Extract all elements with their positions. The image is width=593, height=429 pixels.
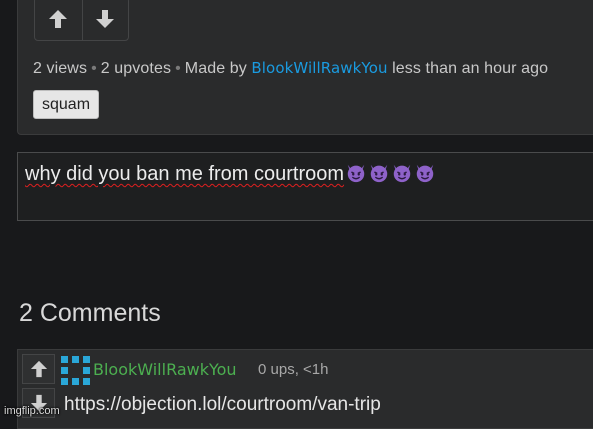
imgflip-watermark: imgflip.com [4,405,60,417]
comment-author-link[interactable]: BlookWillRawkYou [93,360,237,379]
meta-separator: • [91,60,97,77]
arrow-down-icon [96,10,115,28]
made-by-label: Made by [184,60,247,77]
upvote-button[interactable] [35,0,82,40]
downvote-button[interactable] [81,0,129,40]
comment-input-value: why did you ban me from courtroom [25,162,436,186]
vote-buttons [34,0,129,41]
comments-heading: 2 Comments [19,299,161,327]
arrow-up-icon [49,10,68,28]
upvote-count: 2 upvotes [100,60,172,77]
post-time: less than an hour ago [392,60,549,77]
smiling-imp-emoji-icon [416,164,434,183]
author-link[interactable]: BlookWillRawkYou [251,59,387,77]
comment-upvote-button[interactable] [22,354,55,384]
comment-meta: 0 ups, <1h [258,361,329,378]
comment-item: BlookWillRawkYou 0 ups, <1h https://obje… [17,349,593,429]
avatar[interactable] [61,356,90,385]
arrow-up-icon [30,360,47,378]
comment-text[interactable]: https://objection.lol/courtroom/van-trip [64,394,381,416]
emoji-row [344,163,436,185]
post-card: 2 views • 2 upvotes • Made by BlookWillRawkY… [17,0,593,135]
comment-input-text: why did you ban me from courtroom [25,163,345,185]
tag-squam[interactable]: squam [33,90,100,119]
meta-separator: • [175,60,181,77]
post-meta: 2 views • 2 upvotes • Made by BlookWillRawkY… [33,59,548,78]
smiling-imp-emoji-icon [347,164,365,183]
smiling-imp-emoji-icon [370,164,388,183]
view-count: 2 views [33,60,88,77]
smiling-imp-emoji-icon [393,164,411,183]
comment-textarea[interactable]: why did you ban me from courtroom [17,152,593,221]
